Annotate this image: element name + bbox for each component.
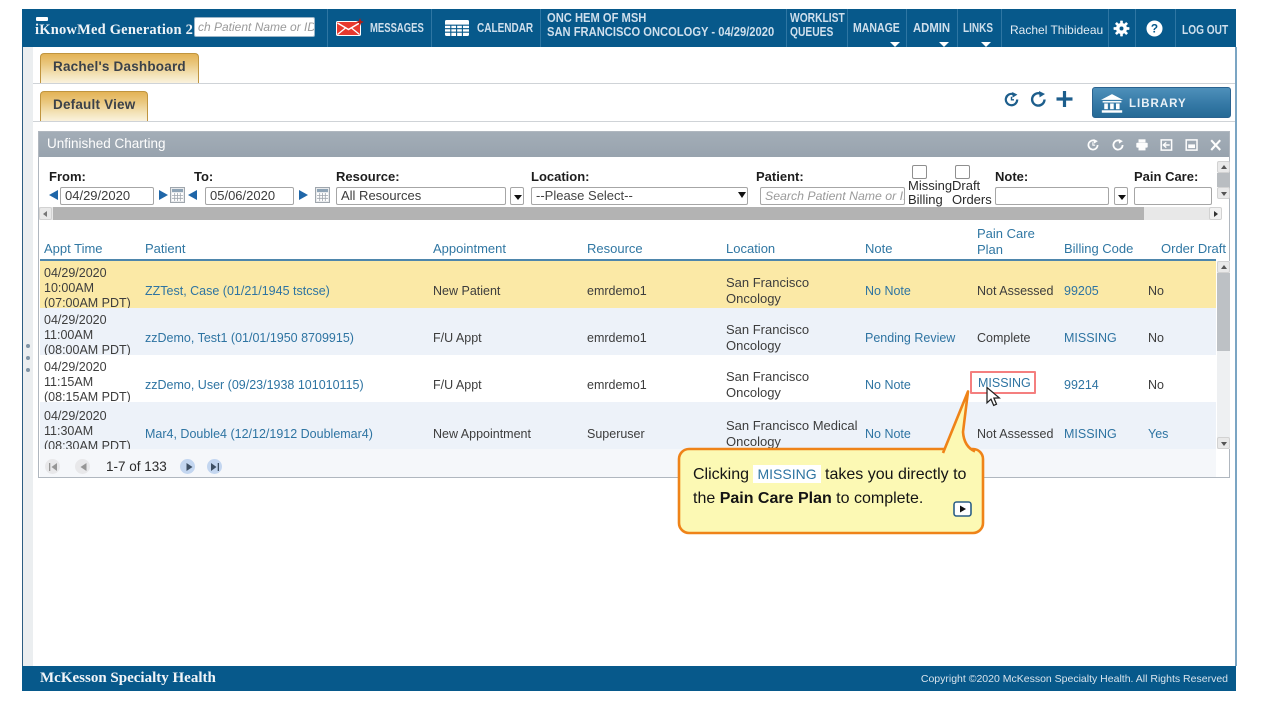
svg-text:?: ? — [1151, 22, 1158, 36]
